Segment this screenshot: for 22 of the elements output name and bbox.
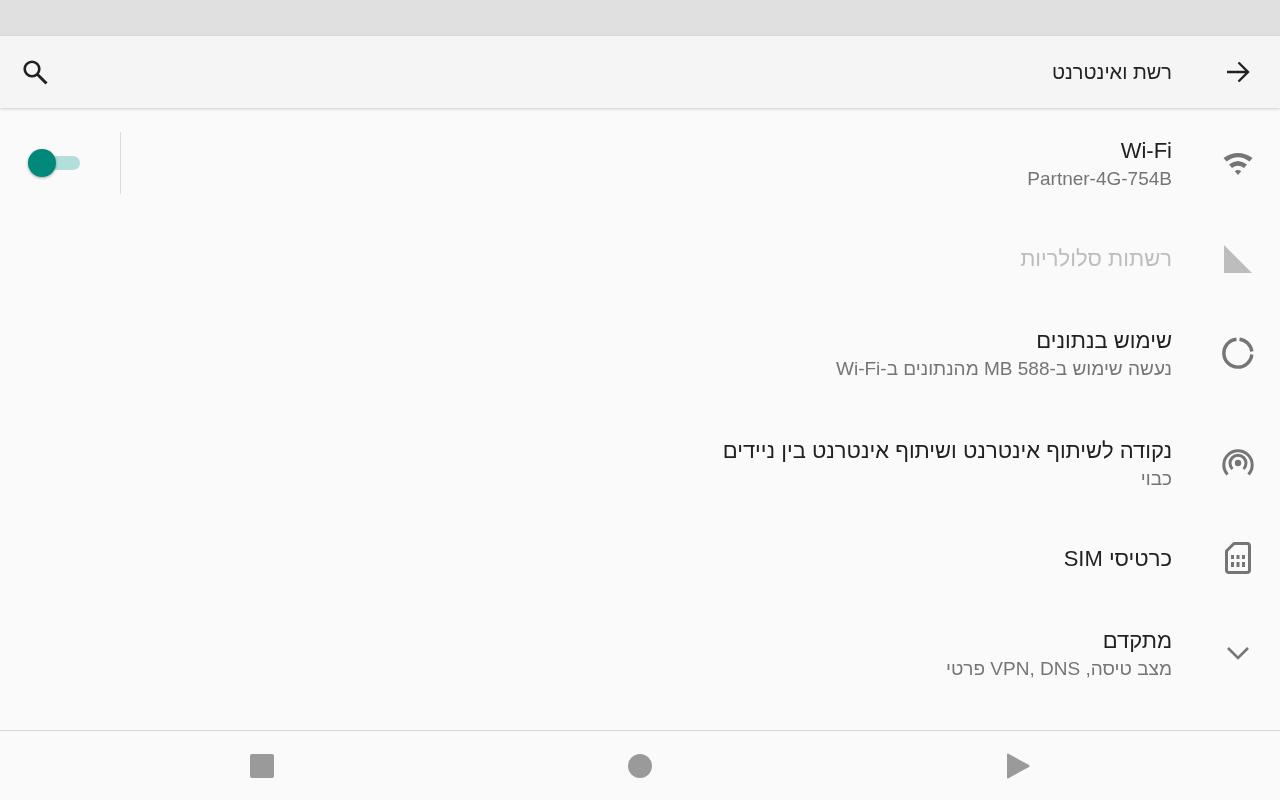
- search-icon[interactable]: [22, 59, 48, 85]
- arrow-icon[interactable]: [1226, 61, 1250, 83]
- setting-title[interactable]: נקודה לשיתוף אינטרנט ושיתוף אינטרנט בין ניידים: [722, 434, 1172, 466]
- ring-icon: [1222, 337, 1254, 369]
- setting-title[interactable]: מתקדם: [1102, 624, 1172, 656]
- toggle-switch[interactable]: [28, 148, 80, 178]
- setting-summary: Partner-4G-754B: [1027, 166, 1172, 191]
- toolbar-title: רשת ואינטרנט: [1052, 60, 1172, 84]
- triangle-icon[interactable]: [1006, 752, 1030, 779]
- setting-summary: כבוי: [1140, 466, 1172, 491]
- sim-card-icon: [1225, 542, 1251, 574]
- setting-summary: נעשה שימוש ב-588 MB מהנתונים ב-Wi-Fi: [836, 356, 1172, 381]
- broadcast-icon: [1222, 449, 1254, 477]
- setting-summary: מצב טיסה, VPN, DNS פרטי: [946, 656, 1172, 681]
- setting-title[interactable]: שימוש בנתונים: [1036, 324, 1172, 356]
- signal-triangle-icon: [1223, 243, 1253, 273]
- circle-icon[interactable]: [628, 753, 652, 778]
- chevron-icon[interactable]: [1226, 646, 1250, 660]
- setting-title[interactable]: כרטיסי SIM: [1063, 542, 1172, 574]
- square-icon[interactable]: [250, 753, 274, 778]
- setting-title[interactable]: Wi-Fi: [1120, 134, 1172, 166]
- wifi-icon: [1222, 151, 1254, 175]
